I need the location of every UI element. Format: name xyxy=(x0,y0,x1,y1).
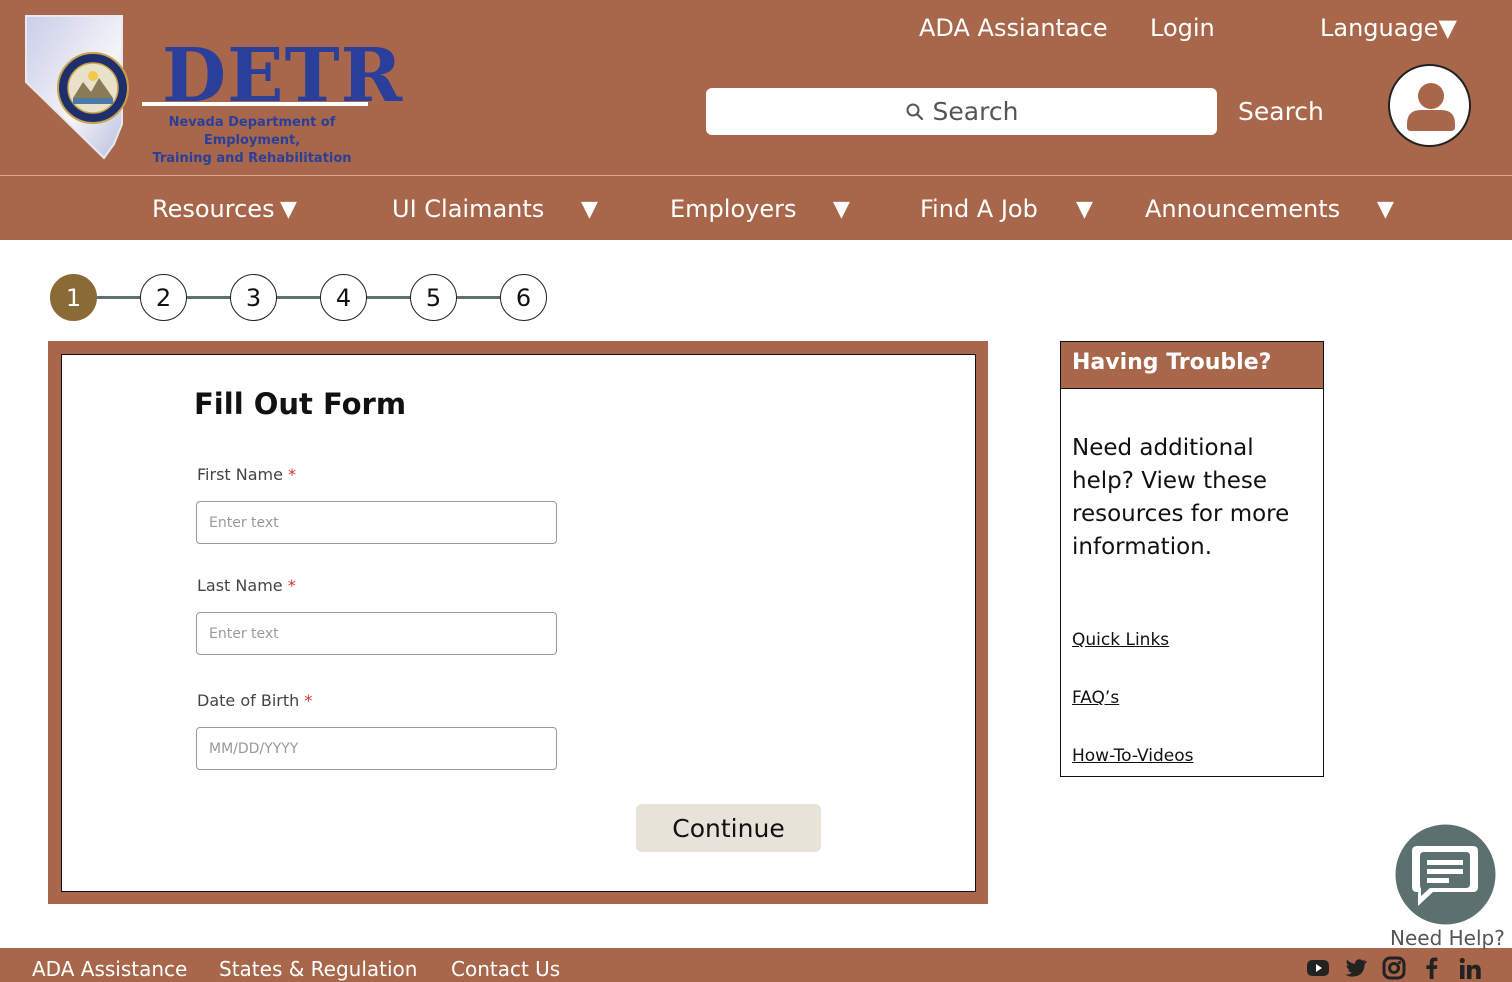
nav-item-announcements[interactable]: Announcements xyxy=(1145,194,1340,224)
site-header: DETR Nevada Department of Employment, Tr… xyxy=(0,0,1512,175)
last-name-label-text: Last Name xyxy=(197,576,283,595)
nav-item-ui-claimants[interactable]: UI Claimants xyxy=(392,194,544,224)
footer-contact-us-link[interactable]: Contact Us xyxy=(451,956,560,982)
search-button[interactable]: Search xyxy=(1238,96,1324,128)
search-input[interactable]: Search xyxy=(706,88,1217,135)
help-panel-text: Need additional help? View these resourc… xyxy=(1072,435,1290,560)
date-of-birth-field[interactable] xyxy=(196,727,557,770)
last-name-label: Last Name * xyxy=(197,576,296,596)
logo-subtitle: Nevada Department of Employment, Trainin… xyxy=(122,114,382,168)
footer-states-regulation-link[interactable]: States & Regulation xyxy=(219,956,417,982)
chevron-down-icon[interactable]: ▼ xyxy=(1076,196,1093,224)
twitter-icon[interactable] xyxy=(1344,956,1368,980)
nav-item-employers[interactable]: Employers xyxy=(670,194,796,224)
step-1[interactable]: 1 xyxy=(50,274,97,321)
step-5[interactable]: 5 xyxy=(410,274,457,321)
first-name-label: First Name * xyxy=(197,465,296,485)
first-name-label-text: First Name xyxy=(197,465,283,484)
linkedin-icon[interactable] xyxy=(1458,956,1482,980)
main-nav: Resources ▼ UI Claimants ▼ Employers ▼ F… xyxy=(0,175,1512,240)
step-3[interactable]: 3 xyxy=(230,274,277,321)
form-title: Fill Out Form xyxy=(194,387,407,421)
required-marker: * xyxy=(304,691,313,710)
youtube-icon[interactable] xyxy=(1306,956,1330,980)
user-icon xyxy=(1407,83,1455,131)
help-panel-header: Having Trouble? xyxy=(1061,342,1323,389)
ada-assistance-link[interactable]: ADA Assiantace xyxy=(919,12,1108,44)
faqs-link[interactable]: FAQ’s xyxy=(1072,687,1119,709)
need-help-label[interactable]: Need Help? xyxy=(1390,925,1505,951)
logo-subtitle-line1: Nevada Department of Employment, xyxy=(168,115,336,148)
user-avatar-button[interactable] xyxy=(1388,64,1471,147)
instagram-icon[interactable] xyxy=(1382,956,1406,980)
language-dropdown[interactable]: Language▼ xyxy=(1320,12,1457,44)
continue-button[interactable]: Continue xyxy=(636,804,821,852)
search-placeholder: Search xyxy=(932,97,1019,126)
login-link[interactable]: Login xyxy=(1150,12,1215,44)
nav-item-resources[interactable]: Resources xyxy=(152,194,275,224)
last-name-field[interactable] xyxy=(196,612,557,655)
nav-item-find-a-job[interactable]: Find A Job xyxy=(920,194,1038,224)
facebook-icon[interactable] xyxy=(1420,956,1444,980)
chat-bubble-icon xyxy=(1395,824,1496,925)
chevron-down-icon[interactable]: ▼ xyxy=(280,196,297,224)
chevron-down-icon[interactable]: ▼ xyxy=(1377,196,1394,224)
required-marker: * xyxy=(287,576,296,595)
step-6[interactable]: 6 xyxy=(500,274,547,321)
chevron-down-icon[interactable]: ▼ xyxy=(581,196,598,224)
help-panel-title: Having Trouble? xyxy=(1072,350,1272,375)
first-name-field[interactable] xyxy=(196,501,557,544)
date-of-birth-label: Date of Birth * xyxy=(197,691,312,711)
logo-subtitle-line2: Training and Rehabilitation xyxy=(152,151,352,166)
date-of-birth-label-text: Date of Birth xyxy=(197,691,300,710)
detr-logo[interactable]: DETR Nevada Department of Employment, Tr… xyxy=(22,12,402,166)
required-marker: * xyxy=(288,465,297,484)
quick-links-link[interactable]: Quick Links xyxy=(1072,629,1169,651)
help-panel: Having Trouble? Need additional help? Vi… xyxy=(1060,341,1324,777)
footer-ada-assistance-link[interactable]: ADA Assistance xyxy=(32,956,187,982)
search-icon xyxy=(906,103,923,120)
step-2[interactable]: 2 xyxy=(140,274,187,321)
how-to-videos-link[interactable]: How-To-Videos xyxy=(1072,745,1194,767)
chevron-down-icon[interactable]: ▼ xyxy=(833,196,850,224)
logo-divider xyxy=(142,102,368,106)
nevada-seal-icon xyxy=(57,52,129,124)
step-4[interactable]: 4 xyxy=(320,274,367,321)
chat-help-button[interactable] xyxy=(1395,824,1496,925)
